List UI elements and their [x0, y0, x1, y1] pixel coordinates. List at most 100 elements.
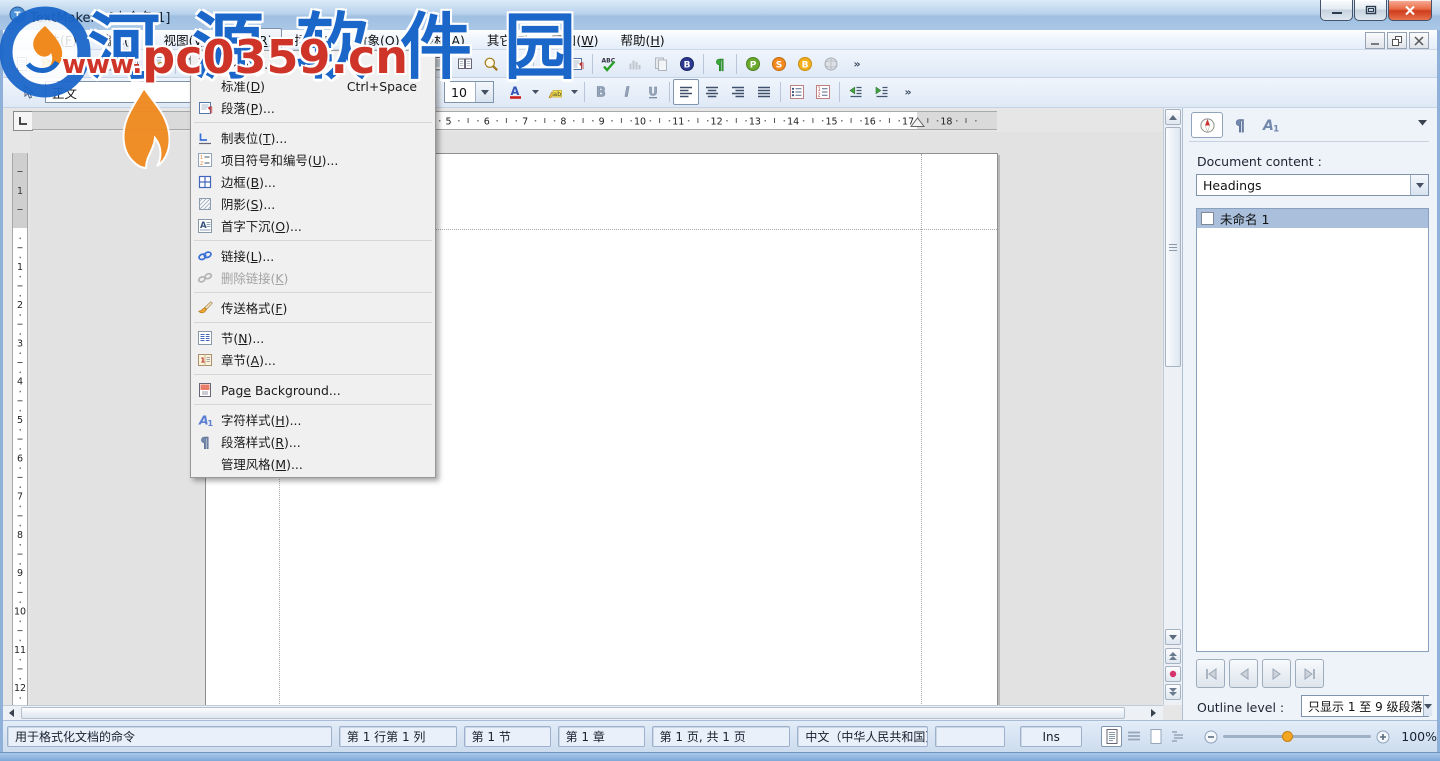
spellcheck-button[interactable]: ABC: [596, 51, 622, 77]
save-button[interactable]: [61, 51, 87, 77]
zoom-button[interactable]: [478, 51, 504, 77]
first-heading-button[interactable]: [1196, 659, 1225, 688]
zoom-in-button[interactable]: [1375, 729, 1391, 745]
next-heading-button[interactable]: [1262, 659, 1291, 688]
format-menu-item-section[interactable]: 节(N)...: [191, 327, 435, 349]
character-dialog-button[interactable]: A: [537, 51, 563, 77]
titlebar[interactable]: T TextMaker - [未命名 1]: [0, 0, 1440, 31]
decrease-indent-button[interactable]: [843, 79, 869, 105]
scroll-left-button[interactable]: [4, 706, 19, 720]
overflow-button[interactable]: »: [844, 51, 870, 77]
status-language[interactable]: 中文（中华人民共和国）: [797, 726, 928, 747]
two-page-view-button[interactable]: [452, 51, 478, 77]
format-menu-item-transfer-formatting[interactable]: 传送格式(F): [191, 297, 435, 319]
format-menu-item-paragraph[interactable]: ¶段落(P)...: [191, 97, 435, 119]
previous-page-button[interactable]: [1165, 648, 1181, 664]
menubar-item-help[interactable]: 帮助(H): [611, 28, 675, 51]
format-menu-item-page-background[interactable]: Page Background...: [191, 379, 435, 401]
statistics-button[interactable]: [622, 51, 648, 77]
format-menu-item-borders[interactable]: 边框(B)...: [191, 171, 435, 193]
print-preview-button[interactable]: [146, 51, 172, 77]
web-sphere-button[interactable]: [818, 51, 844, 77]
format-menu-item-manage-styles[interactable]: 管理风格(M)...: [191, 453, 435, 475]
status-section[interactable]: 第 1 节: [464, 726, 551, 747]
font-size-combo[interactable]: 10: [444, 81, 494, 103]
format-menu-item-bullets-numbering[interactable]: 12项目符号和编号(U)...: [191, 149, 435, 171]
vertical-ruler[interactable]: 1123456789101112: [12, 153, 28, 705]
content-filter-dropdown[interactable]: [1410, 175, 1428, 195]
open-file-button[interactable]: [35, 51, 61, 77]
sidebar-tab-outline[interactable]: [1191, 112, 1223, 138]
paragraph-style-combo[interactable]: 正文: [45, 81, 195, 103]
s-badge-button[interactable]: S: [766, 51, 792, 77]
format-menu-item-drop-caps[interactable]: A首字下沉(O)...: [191, 215, 435, 237]
view-fullpage-button[interactable]: [1145, 726, 1166, 747]
menubar-item-more[interactable]: 其它(T): [477, 28, 539, 51]
menubar-item-table[interactable]: 表格(A): [412, 28, 475, 51]
content-filter-combo[interactable]: Headings: [1196, 174, 1429, 196]
next-page-button[interactable]: [1165, 684, 1181, 700]
format-menu-item-link[interactable]: 链接(L)...: [191, 245, 435, 267]
document-content-list[interactable]: 未命名 1: [1196, 208, 1429, 652]
status-caret-position[interactable]: 第 1 行第 1 列: [339, 726, 457, 747]
underline-button[interactable]: U: [640, 79, 666, 105]
bullet-list-button[interactable]: [784, 79, 810, 105]
status-extra[interactable]: [935, 726, 1005, 747]
browse-object-button[interactable]: [1165, 666, 1181, 682]
formatting-marks-button[interactable]: ¶: [707, 51, 733, 77]
view-draft-button[interactable]: [1123, 726, 1144, 747]
scroll-up-button[interactable]: [1165, 109, 1181, 125]
berlitz-button[interactable]: B: [674, 51, 700, 77]
sidebar-tab-paragraph-styles[interactable]: ¶: [1227, 113, 1253, 137]
bold-button[interactable]: B: [588, 79, 614, 105]
sidebar-menu-dropdown[interactable]: [1418, 120, 1427, 126]
doc-close-button[interactable]: [1409, 32, 1429, 49]
zoom-percent-button[interactable]: %: [504, 51, 530, 77]
tab-type-selector[interactable]: [13, 111, 33, 131]
format-menu-item-chapter[interactable]: 1章节(A)...: [191, 349, 435, 371]
menubar-item-object[interactable]: 对象(O): [345, 28, 410, 51]
increase-indent-button[interactable]: [869, 79, 895, 105]
scroll-down-button[interactable]: [1165, 629, 1181, 645]
menubar-item-format[interactable]: 格式(R): [219, 28, 282, 51]
align-left-button[interactable]: [673, 79, 699, 105]
zoom-slider-handle[interactable]: [1281, 730, 1294, 743]
format-menu-item-tabs[interactable]: 制表位(T)...: [191, 127, 435, 149]
highlight-dropdown[interactable]: [568, 80, 581, 104]
p-badge-button[interactable]: P: [740, 51, 766, 77]
menubar-item-edit[interactable]: 编辑(E): [89, 28, 152, 51]
scroll-right-button[interactable]: [1146, 706, 1161, 720]
new-document-button[interactable]: [9, 51, 35, 77]
zoom-slider[interactable]: [1223, 735, 1371, 738]
sidebar-tab-character-styles[interactable]: A1: [1257, 113, 1283, 137]
font-color-button[interactable]: A: [503, 79, 529, 105]
align-right-button[interactable]: [725, 79, 751, 105]
last-heading-button[interactable]: [1295, 659, 1324, 688]
overflow-button[interactable]: »: [895, 79, 921, 105]
menubar-item-window[interactable]: 窗口(W): [541, 28, 608, 51]
horizontal-scrollbar-thumb[interactable]: [21, 707, 1125, 719]
highlight-button[interactable]: ab: [542, 79, 568, 105]
align-justify-button[interactable]: [751, 79, 777, 105]
view-normal-button[interactable]: [1101, 726, 1122, 747]
close-button[interactable]: [1388, 0, 1432, 21]
italic-button[interactable]: I: [614, 79, 640, 105]
paragraph-dialog-button[interactable]: ¶: [563, 51, 589, 77]
outline-level-combo[interactable]: 只显示 1 至 9 级段落: [1301, 695, 1429, 717]
vertical-scrollbar-thumb[interactable]: [1165, 127, 1181, 367]
menubar-item-view[interactable]: 视图(V): [154, 28, 217, 51]
minimize-button[interactable]: [1320, 0, 1353, 21]
object-mode-button[interactable]: [15, 79, 41, 105]
export-pdf-button[interactable]: PDF: [120, 51, 146, 77]
menubar-item-file[interactable]: 文件(F): [25, 28, 87, 51]
numbered-list-button[interactable]: 12: [810, 79, 836, 105]
format-menu-item-shading[interactable]: 阴影(S)...: [191, 193, 435, 215]
doc-restore-button[interactable]: [1387, 32, 1407, 49]
status-insert-mode[interactable]: Ins: [1020, 726, 1082, 747]
font-color-dropdown[interactable]: [529, 80, 542, 104]
format-menu-item-character[interactable]: A字符(C)...: [191, 53, 435, 75]
b-badge-button[interactable]: B: [792, 51, 818, 77]
format-menu-item-paragraph-style[interactable]: ¶段落样式(R)...: [191, 431, 435, 453]
format-menu-item-character-style[interactable]: A1字符样式(H)...: [191, 409, 435, 431]
copy-pages-button[interactable]: [648, 51, 674, 77]
